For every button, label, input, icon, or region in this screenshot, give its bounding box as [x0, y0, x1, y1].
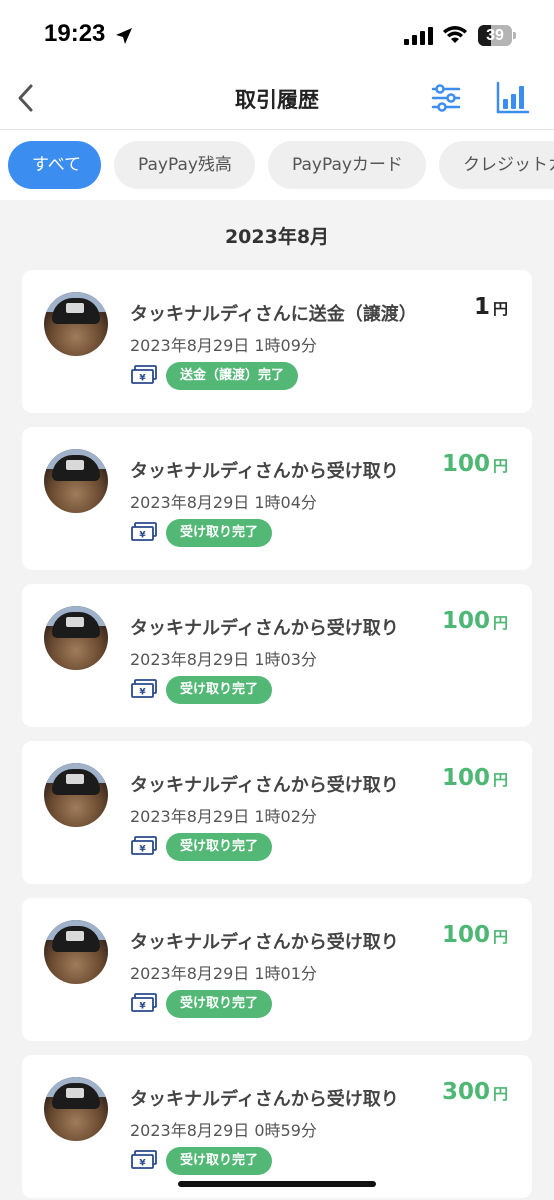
banknote-yen-icon: ¥: [131, 1150, 157, 1169]
transaction-date: 2023年8月29日 1時01分: [130, 964, 317, 983]
location-arrow-icon: [116, 28, 132, 44]
transaction-amount: 100 円: [441, 451, 508, 477]
transaction-card[interactable]: タッキナルディさんから受け取り 2023年8月29日 1時01分 ¥ 受け取り完…: [22, 898, 532, 1041]
svg-text:¥: ¥: [139, 374, 146, 384]
transaction-date: 2023年8月29日 0時59分: [130, 1121, 317, 1140]
transaction-card[interactable]: タッキナルディさんに送金（譲渡） 2023年8月29日 1時09分 ¥ 送金（譲…: [22, 270, 532, 413]
status-time: 19:23: [44, 20, 106, 47]
avatar: [44, 292, 108, 356]
battery-indicator: 39: [478, 25, 516, 46]
transaction-title: タッキナルディさんから受け取り: [130, 775, 399, 796]
transaction-amount: 100 円: [441, 608, 508, 634]
cellular-signal-icon: [404, 27, 433, 45]
status-badge: 受け取り完了: [166, 519, 273, 547]
status-badge: 受け取り完了: [166, 1147, 273, 1175]
wifi-icon: [443, 26, 467, 43]
svg-text:¥: ¥: [139, 845, 146, 855]
svg-text:¥: ¥: [139, 688, 146, 698]
avatar: [44, 920, 108, 984]
avatar: [44, 1077, 108, 1141]
svg-text:¥: ¥: [139, 531, 146, 541]
banknote-yen-icon: ¥: [131, 522, 157, 541]
banknote-yen-icon: ¥: [131, 836, 157, 855]
transaction-date: 2023年8月29日 1時03分: [130, 650, 317, 669]
bar-chart-icon: [496, 81, 530, 114]
header: 取引履歴: [0, 72, 554, 130]
chip-all[interactable]: すべて: [8, 141, 101, 189]
transaction-date: 2023年8月29日 1時04分: [130, 493, 317, 512]
svg-text:¥: ¥: [139, 1002, 146, 1012]
status-badge: 受け取り完了: [166, 676, 273, 704]
transaction-amount: 300 円: [441, 1079, 508, 1105]
transaction-card[interactable]: タッキナルディさんから受け取り 2023年8月29日 1時04分 ¥ 受け取り完…: [22, 427, 532, 570]
sliders-icon: [431, 84, 461, 112]
chip-paypay-balance[interactable]: PayPay残高: [114, 141, 255, 189]
transaction-title: タッキナルディさんから受け取り: [130, 932, 399, 953]
filter-chip-bar: すべて PayPay残高 PayPayカード クレジットカ: [0, 130, 554, 200]
svg-text:¥: ¥: [139, 1159, 146, 1169]
transaction-title: タッキナルディさんから受け取り: [130, 461, 399, 482]
status-badge: 送金（譲渡）完了: [166, 362, 299, 390]
avatar: [44, 449, 108, 513]
avatar: [44, 763, 108, 827]
month-header: 2023年8月: [224, 226, 330, 248]
transaction-card[interactable]: タッキナルディさんから受け取り 2023年8月29日 1時03分 ¥ 受け取り完…: [22, 584, 532, 727]
transaction-title: タッキナルディさんから受け取り: [130, 1089, 399, 1110]
status-bar: 19:23 39: [0, 0, 554, 72]
banknote-yen-icon: ¥: [131, 993, 157, 1012]
transaction-title: タッキナルディさんに送金（譲渡）: [130, 304, 417, 325]
banknote-yen-icon: ¥: [131, 365, 157, 384]
home-indicator: [178, 1181, 376, 1187]
transaction-card[interactable]: タッキナルディさんから受け取り 2023年8月29日 0時59分 ¥ 受け取り完…: [22, 1055, 532, 1198]
transaction-date: 2023年8月29日 1時09分: [130, 336, 317, 355]
page-title: 取引履歴: [235, 88, 319, 112]
transaction-title: タッキナルディさんから受け取り: [130, 618, 399, 639]
transaction-card[interactable]: タッキナルディさんから受け取り 2023年8月29日 1時02分 ¥ 受け取り完…: [22, 741, 532, 884]
transaction-amount: 100 円: [441, 765, 508, 791]
transaction-date: 2023年8月29日 1時02分: [130, 807, 317, 826]
transaction-amount: 1円: [473, 294, 508, 320]
battery-level: 39: [486, 27, 504, 44]
filter-button[interactable]: [430, 82, 462, 114]
chip-credit-card[interactable]: クレジットカ: [439, 141, 554, 189]
chip-paypay-card[interactable]: PayPayカード: [268, 141, 426, 189]
status-badge: 受け取り完了: [166, 833, 273, 861]
avatar: [44, 606, 108, 670]
status-badge: 受け取り完了: [166, 990, 273, 1018]
banknote-yen-icon: ¥: [131, 679, 157, 698]
transaction-amount: 100 円: [441, 922, 508, 948]
chart-button[interactable]: [496, 80, 530, 114]
